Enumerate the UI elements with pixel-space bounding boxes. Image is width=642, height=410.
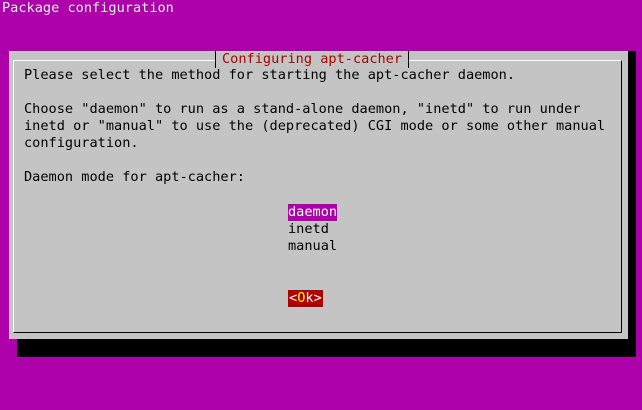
dialog-title: Configuring apt-cacher [215,51,410,68]
option-inetd[interactable]: inetd [288,221,337,238]
prompt-line-4: inetd or "manual" to use the (deprecated… [24,118,606,134]
ok-button-left-bracket: < [289,290,298,306]
option-daemon[interactable]: daemon [288,204,338,221]
question-label: Daemon mode for apt-cacher: [24,169,245,185]
ok-button-label-rest: k [305,290,314,306]
window-backtitle: Package configuration [2,0,174,16]
prompt-line-1: Please select the method for starting th… [24,67,516,83]
config-dialog: Configuring apt-cacher Please select the… [9,51,628,339]
prompt-line-3: Choose "daemon" to run as a stand-alone … [24,101,581,117]
prompt-line-5: configuration. [24,135,139,151]
mode-option-list[interactable]: daemon inetd manual [288,204,338,255]
ok-button[interactable]: <Ok> [288,290,323,307]
ok-button-right-bracket: > [313,290,322,306]
option-manual[interactable]: manual [288,238,337,255]
